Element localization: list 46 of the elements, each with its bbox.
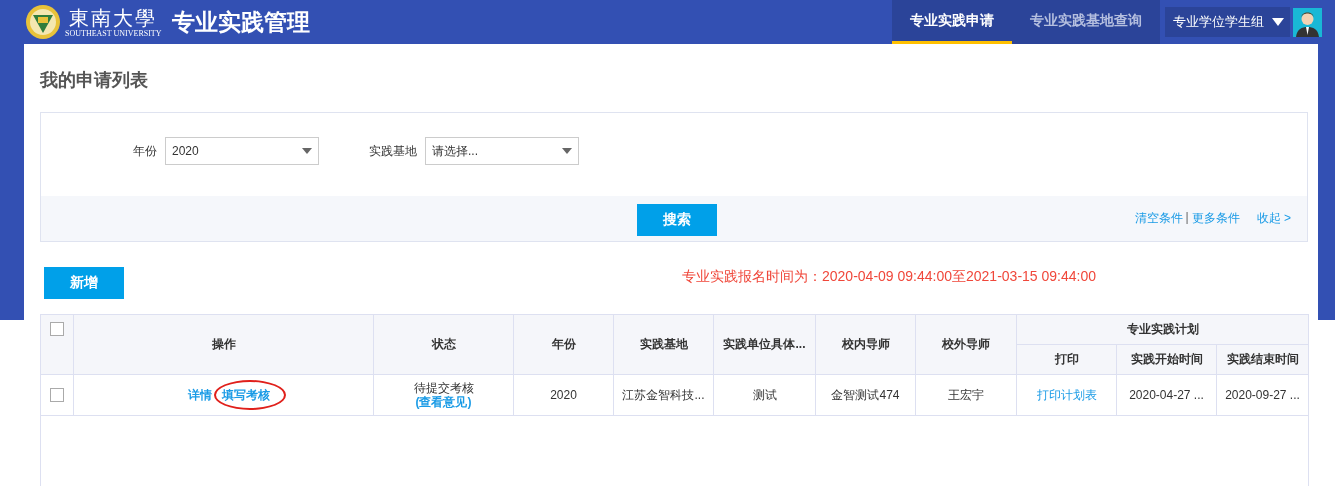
logo-subtitle: SOUTHEAST UNIVERSITY — [65, 28, 162, 38]
table-cell: 2020-04-27 ... — [1116, 374, 1217, 416]
table-cell: 测试 — [713, 374, 816, 416]
column-header: 实践结束时间 — [1216, 344, 1309, 375]
field-label: 年份 — [133, 142, 157, 160]
filter-link[interactable]: 清空条件 — [1134, 210, 1183, 227]
column-header: 实践单位具体... — [713, 314, 816, 375]
column-header: 专业实践计划 — [1016, 314, 1309, 345]
select-field[interactable]: 请选择... — [425, 137, 579, 165]
filter-link[interactable]: 更多条件 — [1191, 210, 1240, 227]
registration-notice: 专业实践报名时间为：2020-04-09 09:44:00至2021-03-15 09:44:00 — [682, 268, 1096, 286]
table-cell: 2020 — [513, 374, 614, 416]
dropdown-arrow-icon — [302, 148, 312, 154]
column-header: 操作 — [73, 314, 374, 375]
table-cell: 王宏宇 — [915, 374, 1017, 416]
column-header: 校外导师 — [915, 314, 1017, 375]
column-header: 年份 — [513, 314, 614, 375]
action-link[interactable]: 填写考核 — [221, 387, 270, 402]
column-header: 校内导师 — [815, 314, 916, 375]
caret-icon — [1272, 18, 1284, 26]
table-cell: 江苏金智科技... — [613, 374, 714, 416]
column-header: 状态 — [373, 314, 514, 375]
add-button[interactable]: 新增 — [44, 267, 124, 299]
status-text: 待提交考核 — [412, 381, 475, 395]
search-button[interactable]: 搜索 — [637, 204, 717, 236]
field-label: 实践基地 — [369, 142, 417, 160]
action-link[interactable]: 详情 — [187, 387, 212, 402]
column-header: 打印 — [1016, 344, 1117, 375]
table-cell: 金智测试474 — [815, 374, 916, 416]
avatar-icon — [1293, 7, 1322, 37]
row-checkbox[interactable] — [50, 388, 64, 403]
dropdown-arrow-icon — [562, 148, 572, 154]
page-title: 我的申请列表 — [40, 69, 149, 88]
collapse-link[interactable]: 收起 > — [1256, 210, 1291, 227]
user-group-dropdown[interactable]: 专业学位学生组 — [1165, 7, 1290, 37]
select-all-checkbox[interactable] — [50, 321, 64, 336]
app-title: 专业实践管理 — [171, 7, 310, 37]
select-field[interactable]: 2020 — [165, 137, 319, 165]
nav-tab[interactable]: 专业实践基地查询 — [1012, 0, 1160, 44]
logo-text: 東南大學 — [69, 6, 158, 29]
column-header: 实践基地 — [613, 314, 714, 375]
table-cell: 2020-09-27 ... — [1216, 374, 1309, 416]
emblem-icon — [25, 4, 61, 40]
view-comments-link[interactable]: (查看意见) — [374, 395, 513, 409]
column-header: 实践开始时间 — [1116, 344, 1217, 375]
link-separator: | — [1185, 210, 1189, 226]
